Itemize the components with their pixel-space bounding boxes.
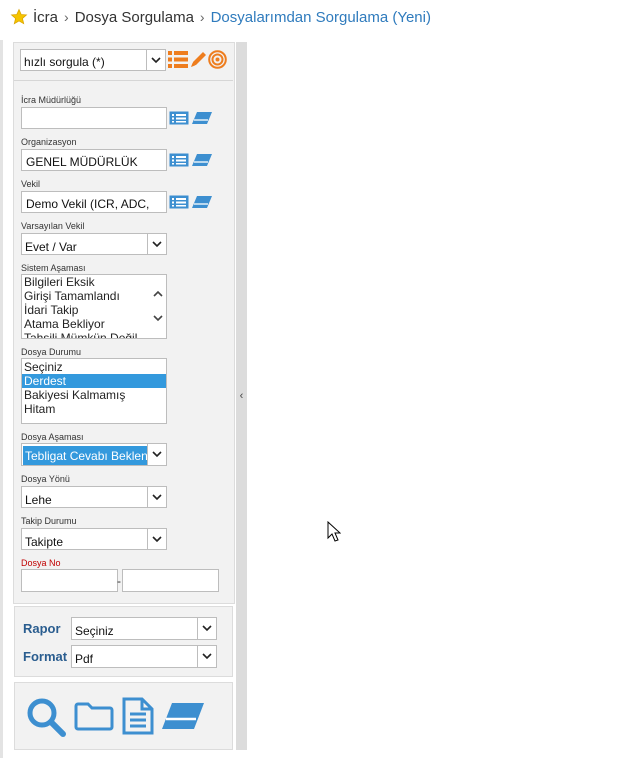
vekil-field[interactable]: Demo Vekil (ICR, ADC, — [21, 191, 167, 213]
panel-collapse-handle[interactable]: ‹ — [236, 42, 247, 750]
list-picker-icon[interactable] — [169, 153, 189, 167]
quick-query-select[interactable]: hızlı sorgula (*) — [20, 49, 166, 71]
dosya-asamasi-label: Dosya Aşaması — [21, 432, 84, 442]
breadcrumb-root[interactable]: İcra — [33, 9, 58, 26]
sistem-asamasi-label: Sistem Aşaması — [21, 263, 86, 273]
list-picker-icon[interactable] — [169, 195, 189, 209]
list-item[interactable]: Bilgileri Eksik — [22, 275, 166, 289]
dosya-no-label: Dosya No — [21, 558, 61, 568]
takip-durumu-label: Takip Durumu — [21, 516, 77, 526]
quick-query-value: hızlı sorgula (*) — [24, 55, 105, 69]
dosya-no-to-field[interactable] — [122, 569, 219, 592]
format-select[interactable]: Pdf — [71, 645, 217, 668]
takip-durumu-select[interactable]: Takipte — [21, 528, 167, 550]
chevron-down-icon — [147, 444, 166, 465]
breadcrumb-separator: › — [199, 9, 205, 25]
page-left-rule — [0, 40, 3, 758]
list-scrollbar[interactable] — [150, 275, 166, 338]
list-item[interactable]: Atama Bekliyor — [22, 317, 166, 331]
organizasyon-label: Organizasyon — [21, 137, 77, 147]
breadcrumb-separator: › — [64, 9, 69, 25]
dosya-no-from-field[interactable] — [21, 569, 118, 592]
chevron-down-icon — [147, 234, 166, 254]
rapor-select[interactable]: Seçiniz — [71, 617, 217, 640]
eraser-icon[interactable] — [191, 153, 213, 167]
dosya-durumu-list[interactable]: Seçiniz Derdest Bakiyesi Kalmamış Hitam — [21, 358, 167, 424]
rapor-label: Rapor — [23, 621, 61, 636]
list-picker-icon[interactable] — [169, 111, 189, 125]
document-icon[interactable] — [122, 697, 154, 735]
list-icon[interactable] — [168, 50, 188, 69]
breadcrumb: İcra › Dosya Sorgulama › Dosyalarımdan S… — [10, 6, 431, 28]
organizasyon-field[interactable]: GENEL MÜDÜRLÜK — [21, 149, 167, 171]
mouse-cursor-icon — [327, 521, 341, 542]
target-icon[interactable] — [208, 50, 227, 69]
eraser-icon[interactable] — [191, 111, 213, 125]
search-icon[interactable] — [26, 697, 68, 737]
sistem-asamasi-list[interactable]: Bilgileri Eksik Girişi Tamamlandı İdari … — [21, 274, 167, 339]
vekil-label: Vekil — [21, 179, 41, 189]
list-item[interactable]: Tahsili Mümkün Değil — [22, 331, 166, 338]
list-item[interactable]: Hitam — [22, 402, 166, 416]
dosya-asamasi-select[interactable]: Tebligat Cevabı Bekleniyor — [21, 443, 167, 466]
icra-mudurlugu-field[interactable] — [21, 107, 167, 129]
varsayilan-vekil-label: Varsayılan Vekil — [21, 221, 85, 231]
list-item[interactable]: İdari Takip — [22, 303, 166, 317]
breadcrumb-middle[interactable]: Dosya Sorgulama — [75, 9, 194, 26]
panel-divider — [14, 80, 233, 81]
eraser-icon[interactable] — [191, 195, 213, 209]
folder-icon[interactable] — [74, 701, 114, 731]
chevron-down-icon — [146, 50, 165, 70]
icra-mudurlugu-label: İcra Müdürlüğü — [21, 95, 82, 105]
dosya-yonu-label: Dosya Yönü — [21, 474, 70, 484]
chevron-up-icon[interactable] — [153, 290, 163, 297]
list-item[interactable]: Bakiyesi Kalmamış — [22, 388, 166, 402]
dosya-no-separator: - — [117, 574, 121, 588]
chevron-down-icon — [197, 646, 216, 667]
chevron-down-icon — [147, 487, 166, 507]
list-item[interactable]: Seçiniz — [22, 360, 166, 374]
chevron-down-icon — [197, 618, 216, 639]
dosya-yonu-select[interactable]: Lehe — [21, 486, 167, 508]
chevron-down-icon[interactable] — [153, 315, 163, 322]
format-label: Format — [23, 649, 68, 664]
list-item[interactable]: Girişi Tamamlandı — [22, 289, 166, 303]
dosya-durumu-label: Dosya Durumu — [21, 347, 82, 357]
breadcrumb-current[interactable]: Dosyalarımdan Sorgulama (Yeni) — [211, 9, 431, 26]
list-item-selected[interactable]: Derdest — [22, 374, 166, 388]
chevron-left-icon: ‹ — [239, 390, 244, 402]
pencil-icon[interactable] — [189, 50, 208, 69]
chevron-down-icon — [147, 529, 166, 549]
star-icon[interactable] — [10, 8, 28, 26]
eraser-icon[interactable] — [160, 701, 206, 731]
varsayilan-vekil-select[interactable]: Evet / Var — [21, 233, 167, 255]
